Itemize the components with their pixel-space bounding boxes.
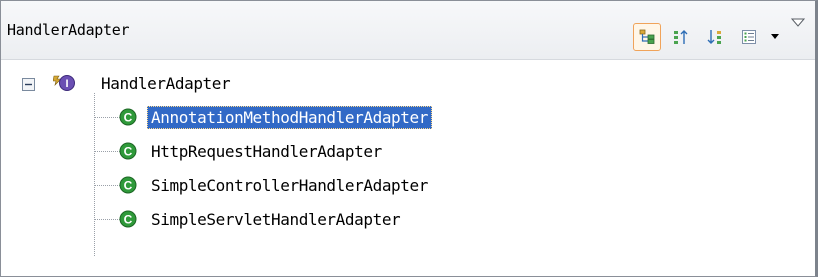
interface-icon: I — [53, 75, 75, 91]
svg-text:I: I — [65, 78, 68, 90]
view-menu-icon — [791, 18, 805, 27]
tree-node-label: SimpleServletHandlerAdapter — [151, 209, 401, 229]
class-icon: C — [119, 210, 137, 228]
show-supertype-hierarchy-icon — [674, 30, 688, 44]
tree-root-label: HandlerAdapter — [101, 73, 231, 93]
tree-node[interactable]: C AnnotationMethodHandlerAdapter — [119, 104, 432, 130]
tree-node[interactable]: C SimpleControllerHandlerAdapter — [119, 172, 428, 198]
tree-node-label: HttpRequestHandlerAdapter — [151, 141, 382, 161]
view-title: HandlerAdapter — [7, 21, 130, 39]
class-icon: C — [119, 108, 137, 126]
tree-branch-line — [94, 219, 120, 220]
layout-button[interactable] — [735, 23, 763, 51]
show-type-hierarchy-button[interactable] — [633, 23, 661, 51]
layout-icon — [742, 30, 756, 44]
dropdown-arrow-icon — [771, 34, 779, 39]
tree-node-label: AnnotationMethodHandlerAdapter — [147, 105, 432, 129]
show-subtype-hierarchy-button[interactable] — [701, 23, 729, 51]
tree-node[interactable]: C SimpleServletHandlerAdapter — [119, 206, 401, 232]
type-hierarchy-view: HandlerAdapter I HandlerAdapter C Annota… — [0, 0, 818, 277]
show-type-hierarchy-icon — [639, 29, 655, 44]
view-header: HandlerAdapter — [1, 1, 815, 60]
svg-text:C: C — [124, 145, 133, 159]
hierarchy-tree: I HandlerAdapter C AnnotationMethodHandl… — [1, 63, 815, 276]
view-menu-button[interactable] — [787, 18, 809, 46]
tree-branch-line — [94, 185, 120, 186]
collapse-icon[interactable] — [22, 78, 35, 91]
class-icon: C — [119, 142, 137, 160]
show-subtype-hierarchy-icon — [707, 30, 721, 44]
tree-branch-line — [94, 151, 120, 152]
class-icon: C — [119, 176, 137, 194]
svg-text:C: C — [124, 179, 133, 193]
layout-dropdown-button[interactable] — [769, 23, 781, 51]
tree-root-node[interactable]: I HandlerAdapter — [53, 70, 231, 96]
view-toolbar — [633, 18, 809, 51]
tree-node[interactable]: C HttpRequestHandlerAdapter — [119, 138, 382, 164]
show-supertype-hierarchy-button[interactable] — [667, 23, 695, 51]
svg-text:C: C — [124, 213, 133, 227]
tree-branch-line — [94, 117, 120, 118]
svg-text:C: C — [124, 111, 133, 125]
tree-node-label: SimpleControllerHandlerAdapter — [151, 175, 428, 195]
